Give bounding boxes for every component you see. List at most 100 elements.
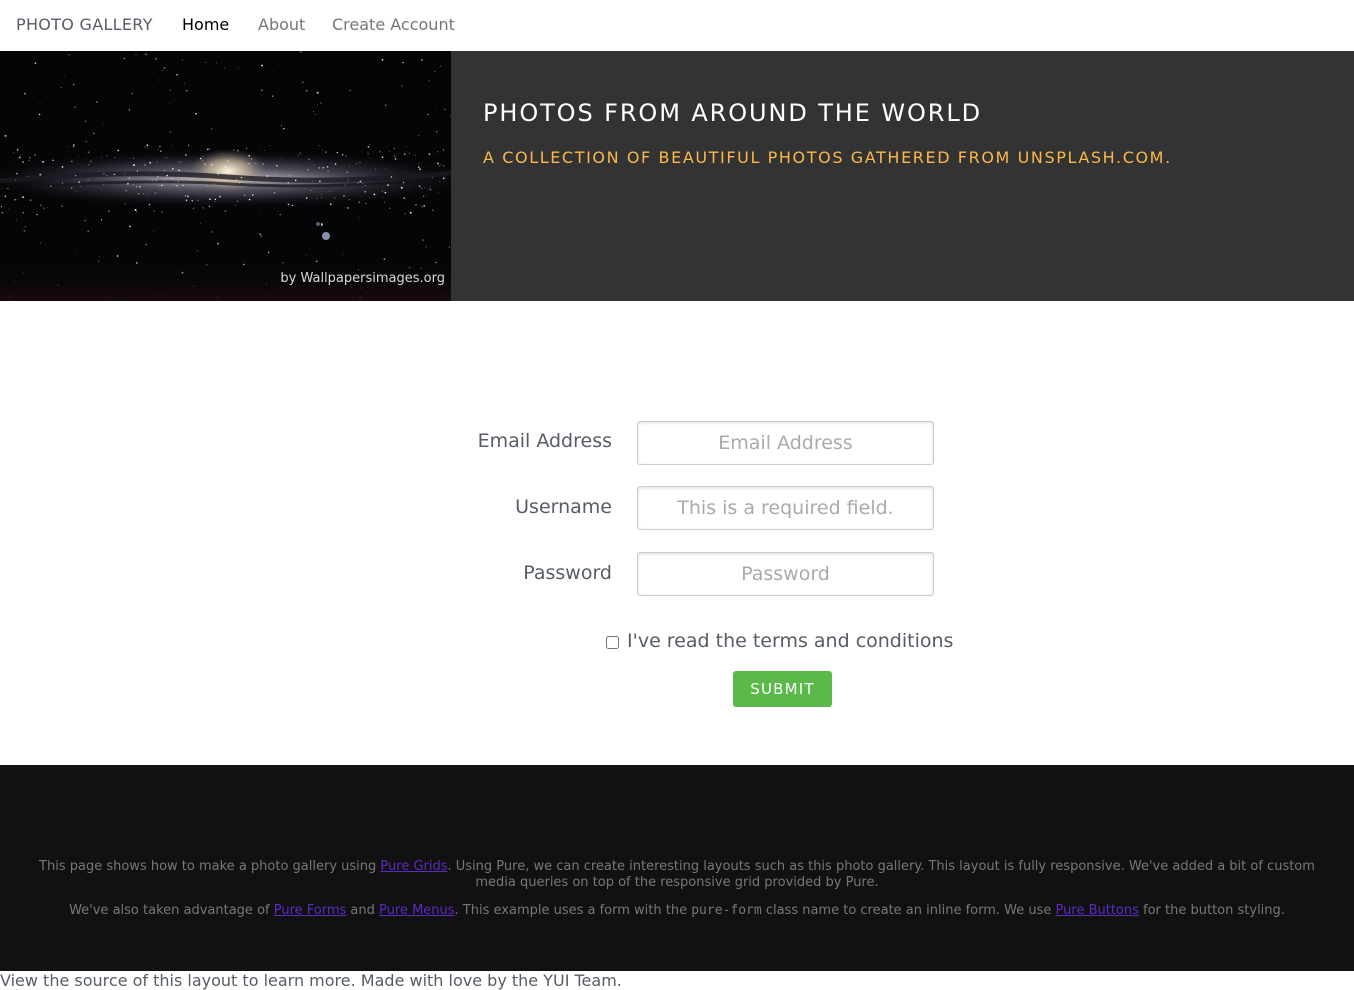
star — [359, 162, 361, 163]
brand-link[interactable]: PHOTO GALLERY — [16, 15, 153, 34]
star — [127, 182, 129, 185]
star — [99, 195, 101, 197]
star — [15, 219, 17, 221]
star — [213, 183, 215, 185]
star — [99, 256, 100, 258]
star — [211, 128, 213, 130]
star — [259, 148, 261, 150]
star — [436, 151, 439, 153]
star — [210, 163, 213, 166]
star — [185, 199, 188, 201]
star — [95, 101, 98, 103]
star — [191, 200, 193, 202]
star — [24, 225, 26, 227]
pure-forms-link[interactable]: Pure Forms — [274, 903, 347, 918]
star — [44, 150, 45, 152]
star — [103, 173, 105, 175]
star — [316, 198, 318, 200]
star — [201, 159, 203, 161]
star — [224, 210, 227, 212]
star — [283, 128, 285, 130]
star — [202, 156, 204, 157]
star — [85, 140, 87, 143]
footer-text: and — [346, 903, 380, 918]
star — [409, 152, 410, 154]
star — [385, 168, 387, 170]
password-input[interactable] — [637, 552, 934, 596]
star — [39, 102, 41, 104]
star — [313, 111, 314, 113]
star — [421, 187, 423, 189]
star — [128, 109, 131, 111]
star — [101, 157, 103, 159]
username-label: Username — [515, 496, 612, 518]
star — [144, 164, 146, 166]
star — [319, 180, 321, 183]
star — [409, 211, 412, 214]
star — [238, 67, 239, 68]
star — [384, 104, 387, 106]
star — [123, 57, 125, 60]
pure-grids-link[interactable]: Pure Grids — [380, 859, 447, 874]
star — [209, 198, 211, 201]
star — [254, 162, 257, 165]
star — [128, 177, 131, 179]
star — [46, 207, 48, 208]
star — [145, 243, 147, 246]
star — [172, 167, 174, 170]
star — [316, 91, 319, 94]
star — [8, 208, 10, 209]
star — [149, 161, 151, 164]
nav-item-create-account[interactable]: Create Account — [332, 15, 455, 34]
pure-form-code: pure-form — [691, 903, 762, 918]
star — [287, 203, 290, 206]
star — [325, 192, 327, 194]
star — [72, 144, 75, 147]
star — [4, 134, 7, 137]
submit-button[interactable]: SUBMIT — [733, 671, 832, 707]
nav-item-home[interactable]: Home — [182, 15, 229, 34]
terms-checkbox[interactable] — [606, 636, 619, 649]
star — [46, 188, 47, 190]
star — [106, 154, 108, 156]
star — [368, 144, 370, 146]
star — [391, 215, 393, 217]
footer-text: . This example uses a form with the — [454, 903, 692, 918]
star — [135, 185, 138, 188]
star — [294, 179, 297, 182]
star — [60, 87, 62, 89]
pure-menus-link[interactable]: Pure Menus — [379, 903, 455, 918]
star — [52, 159, 54, 162]
star — [142, 193, 144, 195]
star — [202, 207, 204, 209]
star — [424, 170, 426, 171]
pure-buttons-link[interactable]: Pure Buttons — [1056, 903, 1139, 918]
star — [325, 151, 327, 153]
star — [312, 180, 313, 182]
star — [262, 163, 265, 165]
star — [394, 158, 397, 160]
star — [144, 146, 146, 148]
star — [224, 67, 225, 69]
star — [322, 166, 325, 169]
star — [145, 53, 147, 55]
star — [402, 61, 404, 64]
username-input[interactable] — [637, 486, 934, 530]
source-note: View the source of this layout to learn … — [0, 971, 622, 990]
star — [442, 177, 445, 180]
star — [334, 163, 337, 165]
footer-paragraph-grids: This page shows how to make a photo gall… — [30, 859, 1324, 891]
footer-text: . Using Pure, we can create interesting … — [447, 859, 1315, 890]
star — [427, 189, 429, 190]
star — [240, 176, 243, 179]
star — [236, 178, 238, 180]
star — [428, 80, 430, 82]
star — [321, 103, 323, 105]
star — [383, 258, 386, 260]
footer-text: We've also taken advantage of — [69, 903, 274, 918]
nav-item-about[interactable]: About — [258, 15, 305, 34]
star — [61, 165, 64, 168]
star — [417, 166, 420, 168]
email-input[interactable] — [637, 421, 934, 465]
star — [87, 230, 90, 233]
